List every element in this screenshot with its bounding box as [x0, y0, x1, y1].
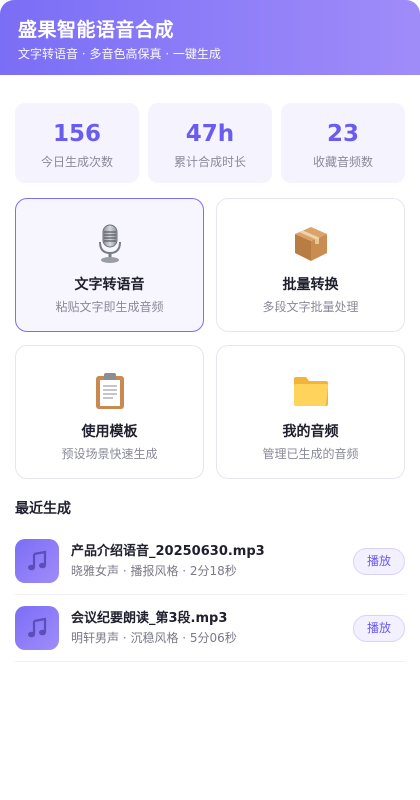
play-button[interactable]: 播放	[353, 614, 405, 642]
music-note-icon	[15, 606, 59, 650]
recent-list: 产品介绍语音_20250630.mp3 晓雅女声 · 播报风格 · 2分18秒 …	[15, 528, 405, 662]
audio-file-meta: 晓雅女声 · 播报风格 · 2分18秒	[71, 563, 237, 578]
feature-desc: 预设场景快速生成	[61, 447, 158, 461]
stat-label: 累计合成时长	[173, 155, 246, 169]
list-item[interactable]: 会议纪要朗读_第3段.mp3 明轩男声 · 沉稳风格 · 5分06秒 播放	[15, 595, 405, 662]
stat-label: 收藏音频数	[312, 155, 373, 169]
feature-card-my-audio[interactable]: 我的音频 管理已生成的音频	[216, 345, 405, 479]
feature-card-templates[interactable]: 使用模板 预设场景快速生成	[15, 345, 204, 479]
music-note-icon	[15, 539, 59, 583]
app-header: 盛果智能语音合成 文字转语音 · 多音色高保真 · 一键生成	[0, 0, 420, 75]
stat-value: 23	[326, 121, 359, 147]
audio-file-meta: 明轩男声 · 沉稳风格 · 5分06秒	[71, 630, 237, 645]
audio-file-name: 会议纪要朗读_第3段.mp3	[71, 610, 228, 626]
play-button[interactable]: 播放	[353, 547, 405, 575]
list-item[interactable]: 产品介绍语音_20250630.mp3 晓雅女声 · 播报风格 · 2分18秒 …	[15, 528, 405, 595]
app-subtitle: 文字转语音 · 多音色高保真 · 一键生成	[18, 47, 221, 61]
stats-row: 156 今日生成次数 47h 累计合成时长 23 收藏音频数	[15, 103, 405, 183]
stat-daily-generations: 156 今日生成次数	[15, 103, 139, 183]
feature-title: 我的音频	[282, 424, 339, 440]
package-box-icon	[217, 223, 404, 265]
folder-icon	[217, 370, 404, 412]
feature-desc: 多段文字批量处理	[262, 300, 359, 314]
recent-section-title: 最近生成	[15, 501, 71, 517]
stat-favorites: 23 收藏音频数	[281, 103, 405, 183]
feature-desc: 粘贴文字即生成音频	[55, 300, 164, 314]
feature-grid: 文字转语音 粘贴文字即生成音频 批量转换 多段文字批量处理 使用模板 预设场景快…	[15, 198, 405, 479]
stat-value: 156	[52, 121, 101, 147]
list-item-text: 产品介绍语音_20250630.mp3 晓雅女声 · 播报风格 · 2分18秒	[71, 543, 353, 580]
feature-title: 批量转换	[282, 277, 339, 293]
app-title: 盛果智能语音合成	[18, 19, 175, 41]
list-item-text: 会议纪要朗读_第3段.mp3 明轩男声 · 沉稳风格 · 5分06秒	[71, 610, 353, 647]
audio-file-name: 产品介绍语音_20250630.mp3	[71, 543, 265, 559]
feature-card-batch-convert[interactable]: 批量转换 多段文字批量处理	[216, 198, 405, 332]
app-screen: 盛果智能语音合成 文字转语音 · 多音色高保真 · 一键生成 156 今日生成次…	[0, 0, 420, 800]
feature-card-text-to-speech[interactable]: 文字转语音 粘贴文字即生成音频	[15, 198, 204, 332]
stat-value: 47h	[185, 121, 235, 147]
stat-label: 今日生成次数	[40, 155, 113, 169]
clipboard-icon	[16, 370, 203, 412]
stat-total-duration: 47h 累计合成时长	[148, 103, 272, 183]
feature-title: 使用模板	[81, 424, 138, 440]
feature-desc: 管理已生成的音频	[262, 447, 359, 461]
microphone-icon	[16, 223, 203, 265]
feature-title: 文字转语音	[74, 277, 145, 293]
